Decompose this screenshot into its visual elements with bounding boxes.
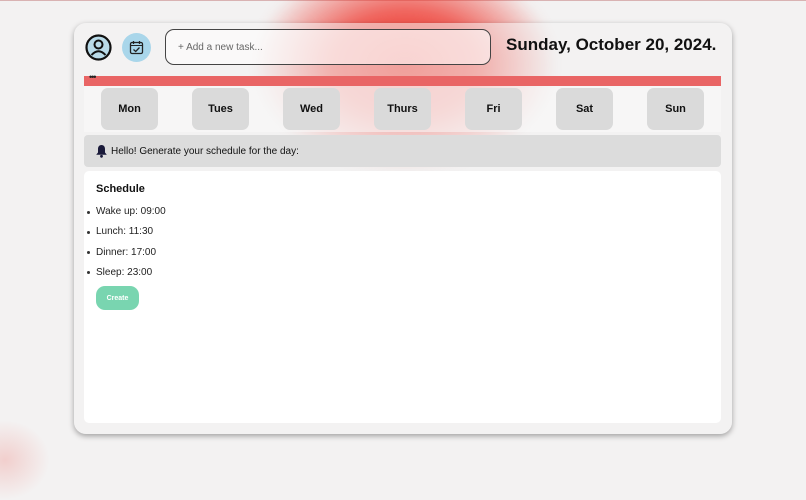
planner-card: Sunday, October 20, 2024. ••• Mon Tues W… xyxy=(74,23,732,434)
background-blob-corner xyxy=(0,420,50,500)
day-button-wed[interactable]: Wed xyxy=(283,88,340,130)
day-button-mon[interactable]: Mon xyxy=(101,88,158,130)
notification-banner: Hello! Generate your schedule for the da… xyxy=(84,135,721,167)
day-button-tues[interactable]: Tues xyxy=(192,88,249,130)
profile-button[interactable] xyxy=(84,33,112,61)
schedule-list: Wake up: 09:00 Lunch: 11:30 Dinner: 17:0… xyxy=(84,206,166,287)
schedule-item: Dinner: 17:00 xyxy=(84,247,166,267)
notification-text: Hello! Generate your schedule for the da… xyxy=(111,145,299,157)
accent-bar: ••• xyxy=(84,72,721,86)
bell-icon xyxy=(95,144,108,158)
weekday-selector: Mon Tues Wed Thurs Fri Sat Sun xyxy=(84,86,721,132)
schedule-item: Wake up: 09:00 xyxy=(84,206,166,226)
create-button[interactable]: Create xyxy=(96,286,139,310)
schedule-panel: Schedule Wake up: 09:00 Lunch: 11:30 Din… xyxy=(84,171,721,423)
day-button-fri[interactable]: Fri xyxy=(465,88,522,130)
schedule-item: Sleep: 23:00 xyxy=(84,267,166,287)
user-circle-icon xyxy=(84,33,112,61)
new-task-input[interactable] xyxy=(165,29,491,65)
day-button-sun[interactable]: Sun xyxy=(647,88,704,130)
day-button-sat[interactable]: Sat xyxy=(556,88,613,130)
schedule-title: Schedule xyxy=(96,183,145,195)
more-indicator[interactable]: ••• xyxy=(89,72,97,82)
calendar-button[interactable] xyxy=(122,33,151,62)
calendar-check-icon xyxy=(129,41,144,55)
current-date: Sunday, October 20, 2024. xyxy=(506,35,717,54)
schedule-item: Lunch: 11:30 xyxy=(84,226,166,246)
day-button-thurs[interactable]: Thurs xyxy=(374,88,431,130)
